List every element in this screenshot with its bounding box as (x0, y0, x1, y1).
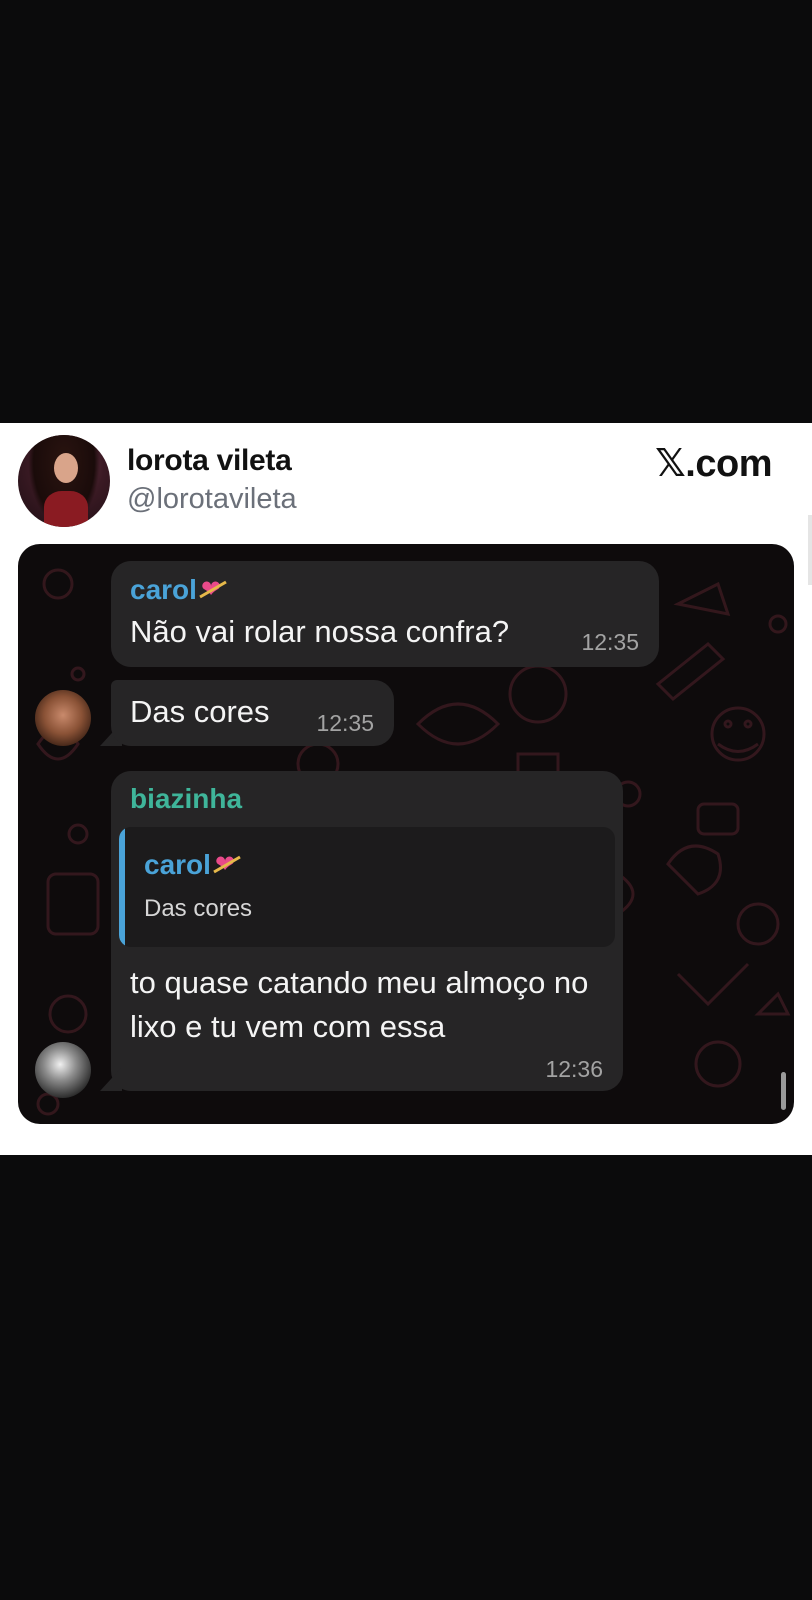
reply-sender-name: carol (144, 849, 211, 880)
edge-bar (808, 515, 812, 585)
message-text: Das cores (130, 694, 270, 729)
message-bubble[interactable]: carol❤ Não vai rolar nossa confra? 12:35 (111, 561, 659, 667)
message-bubble[interactable]: biazinha carol❤ Das cores to quase catan… (111, 771, 623, 1091)
x-logo-icon: 𝕏 (655, 441, 686, 485)
source-label: .com (685, 443, 772, 485)
message-sender[interactable]: biazinha (130, 783, 242, 815)
message-bubble[interactable]: Das cores 12:35 (111, 680, 394, 746)
x-com-logo: 𝕏.com (655, 441, 772, 486)
heart-with-arrow-icon: ❤ (213, 850, 241, 879)
reply-quote-bar (119, 827, 125, 947)
author-avatar[interactable] (18, 435, 110, 527)
page: lorota vileta @lorotavileta 𝕏.com carol … (0, 0, 812, 1600)
message-time: 12:35 (581, 629, 639, 655)
message-time: 12:35 (316, 710, 374, 736)
avatar[interactable] (35, 690, 91, 746)
author-name[interactable]: lorota vileta (127, 444, 292, 478)
message-text: Não vai rolar nossa confra? (130, 614, 510, 649)
reply-quote-sender: carol❤ (144, 849, 241, 881)
author-handle[interactable]: @lorotavileta (127, 483, 297, 516)
heart-with-arrow-icon: ❤ (199, 575, 227, 604)
message-text: to quase catando meu almoço no lixo e tu… (130, 965, 589, 1044)
sender-name: carol (130, 574, 197, 605)
avatar[interactable] (35, 1042, 91, 1098)
message-sender[interactable]: carol❤ (130, 574, 227, 606)
scrollbar-thumb[interactable] (781, 1072, 786, 1110)
chat-screenshot: carol❤ Não vai rolar nossa confra? 12:35… (18, 544, 794, 1124)
reply-quote[interactable]: carol❤ Das cores (119, 827, 615, 947)
tweet-card: lorota vileta @lorotavileta 𝕏.com carol … (0, 423, 812, 1155)
message-time: 12:36 (545, 1056, 603, 1082)
reply-quote-text: Das cores (144, 895, 253, 922)
